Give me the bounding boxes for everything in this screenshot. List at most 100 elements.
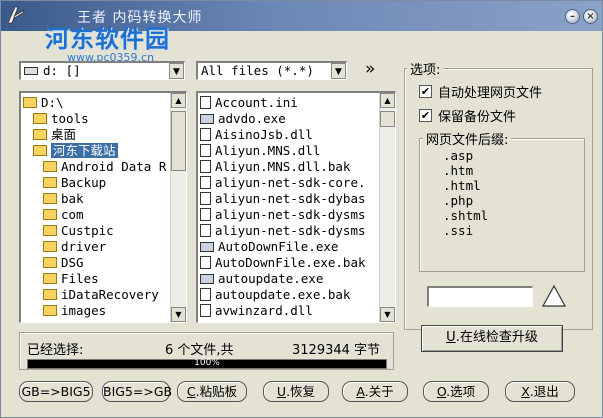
file-list-item[interactable]: advdo.exe: [200, 111, 378, 127]
file-name: aliyun-net-sdk-dysms: [215, 223, 366, 238]
suffix-input[interactable]: [427, 286, 533, 307]
watermark-logo: 河东软件园: [45, 25, 170, 53]
keep-backup-label: 保留备份文件: [438, 110, 517, 125]
file-list[interactable]: Account.ini advdo.exe AisinoJsb.dll Aliyun.…: [196, 91, 396, 323]
file-list-item[interactable]: autoupdate.exe.bak: [200, 287, 378, 303]
folder-icon: [33, 145, 47, 156]
folder-tree-item[interactable]: 河东下载站: [23, 143, 169, 159]
folder-tree-label: com: [61, 207, 84, 222]
folder-tree-label: Android Data R: [61, 159, 167, 174]
app-window: 王者 内码转换大师 – × 河东软件园 www.pc0359.cn d: [] …: [0, 0, 603, 418]
auto-process-label: 自动处理网页文件: [438, 86, 543, 101]
clipboard-button[interactable]: C.粘贴板: [177, 381, 247, 402]
file-filter-select[interactable]: All files (*.*) ▼: [196, 61, 347, 80]
file-list-item[interactable]: avwinzard.dll: [200, 303, 378, 319]
selected-count: 6 个文件,共: [165, 343, 234, 358]
file-list-item[interactable]: Aliyun.MNS.dll: [200, 143, 378, 159]
restore-button[interactable]: U.恢复: [263, 381, 329, 402]
folder-tree-item[interactable]: 桌面: [23, 127, 169, 143]
suffix-item: .htm: [443, 163, 474, 178]
file-name: aliyun-net-sdk-dysms: [215, 207, 366, 222]
progress-bar: 100%: [27, 358, 387, 369]
drive-select[interactable]: d: [] ▼: [19, 61, 185, 80]
file-list-item[interactable]: aliyun-net-sdk-dysms: [200, 223, 378, 239]
folder-tree-label: iDataRecovery: [61, 287, 159, 302]
scroll-thumb[interactable]: [171, 111, 186, 171]
folder-tree-item[interactable]: Custpic: [23, 223, 169, 239]
drive-dropdown-arrow-icon[interactable]: ▼: [169, 63, 184, 79]
exit-button[interactable]: X.退出: [505, 381, 575, 402]
file-list-item[interactable]: aliyun-net-sdk-dysms: [200, 207, 378, 223]
file-list-item[interactable]: Aliyun.MNS.dll.bak: [200, 159, 378, 175]
folder-tree-item[interactable]: DSG: [23, 255, 169, 271]
file-list-item[interactable]: aliyun-net-sdk-core.: [200, 175, 378, 191]
file-list-scrollbar[interactable]: ▲ ▼: [379, 93, 395, 322]
folder-tree[interactable]: D:\ tools 桌面 河东下载站 Android Data R Backup bak co…: [19, 91, 187, 323]
file-name: AutoDownFile.exe: [218, 239, 339, 254]
auto-process-checkbox[interactable]: ✔: [419, 85, 432, 98]
gb-to-big5-button[interactable]: GB=>BIG5: [19, 381, 93, 402]
executable-icon: [200, 114, 214, 124]
about-button[interactable]: A.关于: [342, 381, 408, 402]
folder-icon: [43, 225, 57, 236]
folder-tree-item[interactable]: bak: [23, 191, 169, 207]
file-name: Aliyun.MNS.dll.bak: [215, 159, 351, 174]
file-icon: [200, 304, 211, 317]
folder-icon: [33, 113, 47, 124]
scroll-down-icon[interactable]: ▼: [171, 307, 186, 322]
file-list-item[interactable]: AisinoJsb.dll: [200, 127, 378, 143]
folder-icon: [43, 177, 57, 188]
folder-icon: [43, 273, 57, 284]
folder-icon: [33, 129, 47, 140]
selected-bytes: 3129344 字节: [292, 343, 381, 358]
keep-backup-checkbox[interactable]: ✔: [419, 109, 432, 122]
file-name: AutoDownFile.exe.bak: [215, 255, 366, 270]
folder-tree-item[interactable]: Files: [23, 271, 169, 287]
app-logo-icon: [7, 6, 25, 24]
folder-tree-item[interactable]: Android Data R: [23, 159, 169, 175]
file-icon: [200, 160, 211, 173]
file-list-item[interactable]: aliyun-net-sdk-dybas: [200, 191, 378, 207]
add-files-button[interactable]: »: [365, 59, 375, 79]
filter-dropdown-arrow-icon[interactable]: ▼: [331, 63, 346, 79]
file-icon: [200, 288, 211, 301]
triangle-up-icon[interactable]: [541, 283, 567, 309]
folder-icon: [43, 257, 57, 268]
scroll-up-icon[interactable]: ▲: [380, 93, 395, 108]
folder-icon: [43, 305, 57, 316]
folder-tree-item[interactable]: Backup: [23, 175, 169, 191]
scroll-up-icon[interactable]: ▲: [171, 93, 186, 108]
file-name: avwinzard.dll: [215, 303, 313, 318]
file-list-item[interactable]: autoupdate.exe: [200, 271, 378, 287]
file-filter-value: All files (*.*): [201, 63, 314, 78]
folder-icon: [43, 193, 57, 204]
close-button[interactable]: ×: [583, 9, 598, 24]
folder-tree-item[interactable]: com: [23, 207, 169, 223]
folder-tree-label: 桌面: [51, 127, 77, 142]
drive-folder-icon: [23, 97, 37, 108]
file-name: Account.ini: [215, 95, 298, 110]
file-name: advdo.exe: [218, 111, 286, 126]
file-icon: [200, 256, 211, 269]
folder-tree-item[interactable]: driver: [23, 239, 169, 255]
scroll-thumb[interactable]: [380, 111, 395, 127]
executable-icon: [200, 274, 214, 284]
suffix-group-title: 网页文件后缀:: [423, 129, 512, 148]
minimize-button[interactable]: –: [565, 9, 580, 24]
file-list-item[interactable]: AutoDownFile.exe: [200, 239, 378, 255]
options-button[interactable]: O.选项: [423, 381, 489, 402]
folder-tree-item[interactable]: D:\: [23, 95, 169, 111]
folder-icon: [43, 209, 57, 220]
folder-tree-item[interactable]: tools: [23, 111, 169, 127]
file-name: aliyun-net-sdk-dybas: [215, 191, 366, 206]
check-upgrade-button[interactable]: U.在线检查升级: [421, 325, 563, 352]
file-icon: [200, 208, 211, 221]
file-list-item[interactable]: AutoDownFile.exe.bak: [200, 255, 378, 271]
big5-to-gb-button[interactable]: BIG5=>GB: [102, 381, 172, 402]
folder-tree-scrollbar[interactable]: ▲ ▼: [170, 93, 186, 322]
folder-tree-item[interactable]: images: [23, 303, 169, 319]
folder-tree-item[interactable]: iDataRecovery: [23, 287, 169, 303]
scroll-down-icon[interactable]: ▼: [380, 307, 395, 322]
file-list-item[interactable]: Account.ini: [200, 95, 378, 111]
folder-icon: [43, 289, 57, 300]
